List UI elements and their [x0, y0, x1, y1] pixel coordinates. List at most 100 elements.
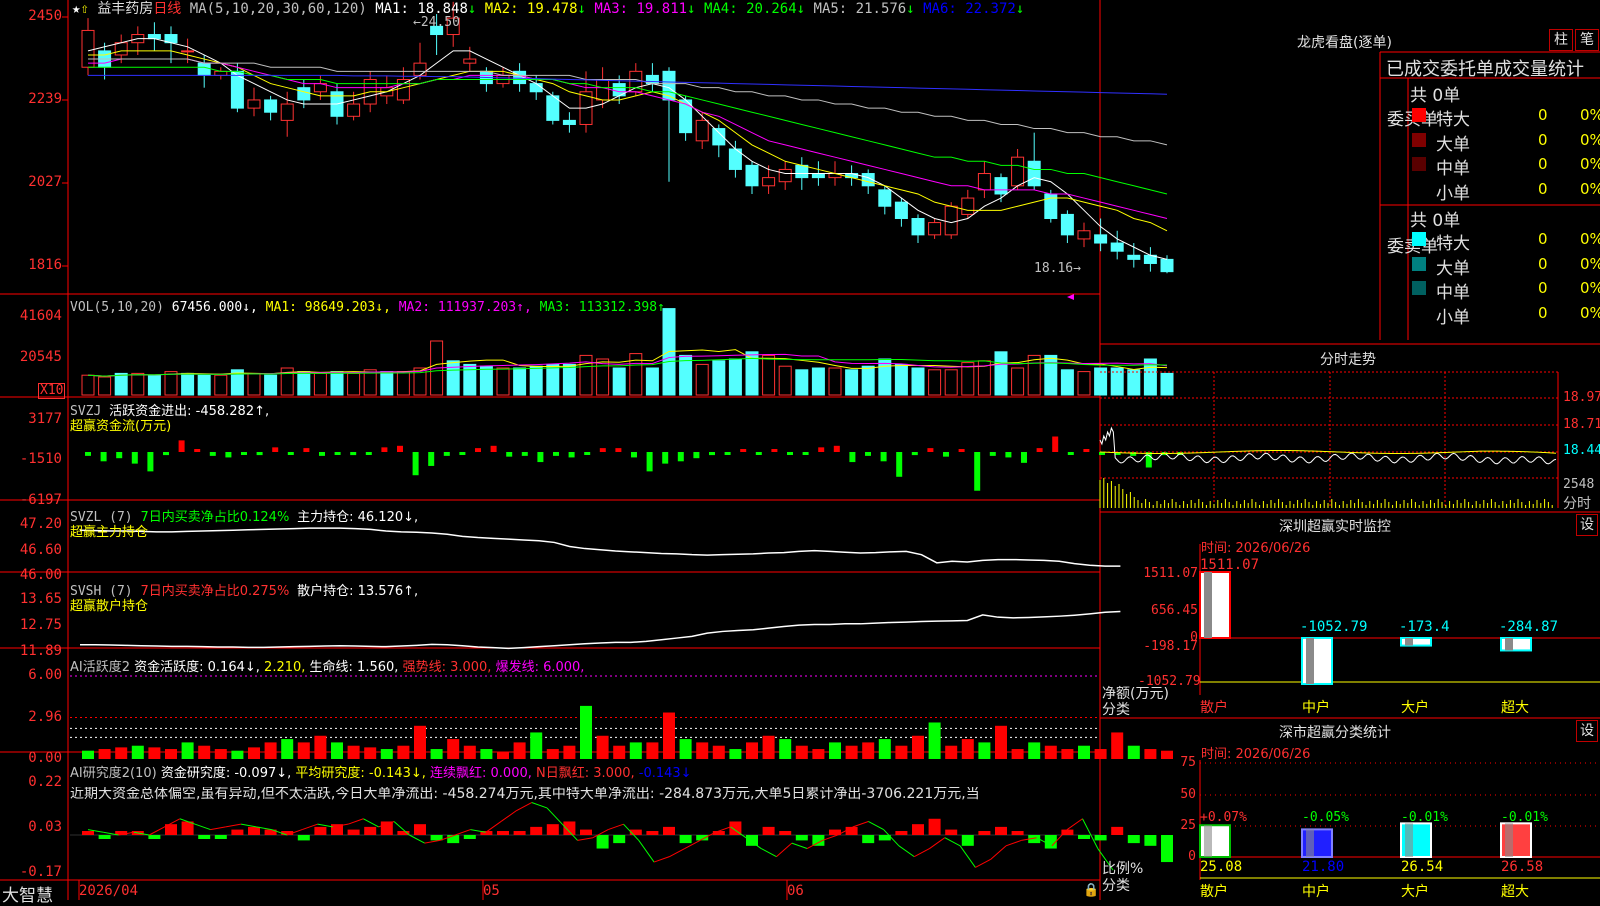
fund-flow-bar: [943, 452, 949, 457]
svsh-title: SVSH (7): [70, 584, 133, 599]
research-line-segment: [409, 834, 425, 844]
fund-flow-bar: [147, 452, 154, 472]
fund-flow-bar: [1005, 452, 1012, 458]
row-name: 小单: [1436, 307, 1470, 328]
volume-bar: [297, 371, 311, 396]
research-bar: [596, 835, 609, 849]
volume-bar: [479, 365, 493, 396]
row-percent: 0%: [1580, 106, 1600, 124]
price-axis-2239: 2239: [28, 91, 62, 107]
research-line-segment: [959, 845, 976, 868]
volume-bar: [247, 372, 261, 396]
research-bar: [795, 835, 808, 841]
activity-bar: [397, 745, 410, 759]
volume-bar: [828, 367, 842, 396]
intraday-title: 分时走势: [1320, 352, 1376, 368]
category-settings-button[interactable]: 设: [1576, 720, 1598, 742]
monitor-category-label: 中户: [1302, 700, 1330, 716]
fund-flow-bar: [568, 452, 575, 458]
header-bar: ★⇧ 益丰药房日线 MA(5,10,20,30,60,120) MA1: 18.…: [72, 2, 1024, 16]
research-line-segment: [1082, 818, 1099, 849]
research-bar: [762, 826, 775, 835]
research-line-segment: [317, 823, 333, 828]
activity-bar: [1044, 745, 1057, 759]
svsh-header: SVSH (7) 7日内买卖净占比0.275% 散户持仓: 13.576↑,: [70, 585, 418, 599]
candle-body: [928, 222, 942, 236]
row-name: 中单: [1436, 283, 1470, 303]
row-percent: 0%: [1580, 279, 1600, 297]
volume-bar: [1160, 372, 1174, 396]
fund-flow-bar: [475, 448, 481, 452]
candle-body: [894, 201, 908, 220]
activity-bar: [264, 742, 277, 759]
activity-bar: [1061, 749, 1074, 759]
vol-unit-badge[interactable]: X10: [38, 383, 66, 399]
candle-body: [1127, 254, 1141, 260]
svzl-hold: 主力持仓: 46.120↓,: [297, 510, 419, 525]
row-percent: 0%: [1580, 179, 1600, 198]
sell-side-label: 委卖单: [1387, 237, 1438, 257]
volume-bar: [114, 372, 128, 396]
research-line-segment: [1005, 839, 1022, 847]
volume-bar: [612, 367, 626, 396]
volume-bar: [728, 358, 742, 396]
candle-body: [81, 29, 95, 68]
svsh-ratio: 7日内买卖净占比0.275%: [140, 584, 290, 599]
row-count: 0: [1538, 303, 1548, 322]
fund-flow-bar: [194, 449, 201, 452]
candle-body: [911, 218, 925, 236]
category-axis-50: 50: [1180, 787, 1196, 802]
research-line-segment: [990, 845, 1007, 860]
fund-flow-bar: [303, 448, 310, 452]
fund-flow-bar: [787, 452, 793, 455]
category-axis-25: 25: [1180, 818, 1196, 833]
brand-label[interactable]: 大智慧: [2, 881, 53, 906]
research-bar: [580, 829, 592, 835]
svzj-header: SVZJ 活跃资金进出: -458.282↑,: [70, 405, 269, 419]
pen-mode-button[interactable]: 笔: [1575, 29, 1599, 51]
stock-name[interactable]: 益丰药房: [97, 1, 153, 17]
activity-bar: [928, 722, 941, 759]
lock-icon[interactable]: 🔒: [1083, 884, 1099, 898]
fund-flow-bar: [209, 452, 216, 456]
activity-bar: [596, 735, 609, 759]
activity-bar: [546, 749, 559, 759]
activity-bar: [995, 725, 1007, 759]
fund-flow-bar: [350, 452, 357, 456]
candle-body: [695, 119, 709, 142]
research-bar: [347, 829, 360, 835]
bar-mode-button[interactable]: 柱: [1549, 29, 1573, 51]
category-change-label: -0.01%: [1401, 810, 1448, 825]
research-bar: [297, 835, 310, 841]
category-change-label: +0.07%: [1200, 810, 1247, 825]
activity-bar: [646, 742, 659, 759]
candle-body: [762, 177, 776, 187]
monitor-title: 深圳超赢实时监控: [1279, 519, 1391, 535]
fund-flow-bar: [85, 452, 91, 456]
monitor-bar-shade: [1306, 638, 1314, 684]
candle-body: [878, 189, 892, 207]
fund-flow-bar: [693, 452, 700, 459]
period-label[interactable]: 日线: [153, 1, 181, 17]
candle-body: [247, 99, 261, 109]
fund-flow-bar: [755, 452, 762, 455]
volume-bar: [264, 374, 278, 396]
monitor-settings-button[interactable]: 设: [1576, 514, 1598, 536]
research-line-segment: [485, 821, 502, 833]
research-bar: [530, 826, 543, 835]
volume-bar: [496, 367, 510, 396]
category-category-label: 超大: [1501, 884, 1529, 900]
volume-bar: [131, 372, 145, 396]
intraday-vol-label: 2548: [1563, 477, 1595, 492]
svzl-subtitle: 超赢主力持仓: [70, 525, 149, 540]
svsh-axis-top: 13.65: [19, 591, 62, 607]
candle-body: [795, 164, 809, 179]
sell-row-1: 特大 0 0%: [1410, 229, 1600, 254]
volume-bar: [712, 360, 726, 396]
ma-value-2: MA2: 19.478: [484, 1, 578, 17]
svzl-axis-bottom: 46.00: [19, 567, 62, 583]
activity-bar: [214, 749, 227, 759]
activity-bar: [663, 712, 675, 759]
category-axis-0: 0: [1188, 849, 1196, 864]
ai-active-axis-bottom: 0.00: [28, 750, 62, 766]
